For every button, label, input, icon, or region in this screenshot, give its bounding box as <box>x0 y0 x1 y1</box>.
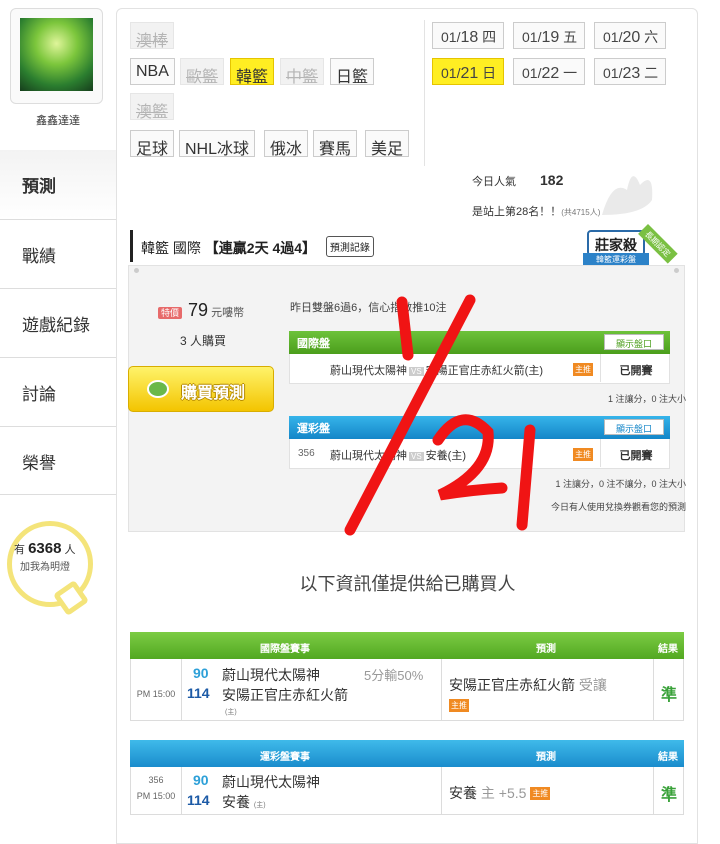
prediction-streak: 【連贏2天 4過4】 <box>204 240 317 256</box>
match-status: 已開賽 <box>600 354 671 382</box>
spread: 5分輸50% <box>364 668 424 683</box>
coin-icon <box>147 380 169 398</box>
lottery-section-header: 運彩盤 顯示盤口 <box>289 416 670 439</box>
buy-prediction-button[interactable]: 購買預測 <box>128 366 274 412</box>
sport-tab-japan-basketball[interactable]: 日籃 <box>330 58 375 86</box>
date-tab-0119[interactable]: 01/19 五 <box>513 22 585 49</box>
home-tag: (主) <box>225 709 237 716</box>
divider <box>424 20 425 166</box>
sport-tab-russia-hockey[interactable]: 俄冰 <box>264 130 309 158</box>
yesterday-summary: 昨日雙盤6過6，信心指數推10注 <box>290 302 447 314</box>
sport-tab-korea-basketball[interactable]: 韓籃 <box>230 58 275 86</box>
sport-tab-horse-racing[interactable]: 賽馬 <box>313 130 358 158</box>
sport-tab-nhl[interactable]: NHL冰球 <box>179 130 256 158</box>
avatar[interactable] <box>10 8 103 104</box>
home-score: 114 <box>187 685 210 701</box>
away-team: 蔚山現代太陽神 <box>222 667 320 683</box>
sport-tab-euro-basketball[interactable]: 歐籃 <box>180 58 225 86</box>
main-pick-flag: 主推 <box>573 363 593 376</box>
date-tab-0123[interactable]: 01/23 二 <box>594 58 666 85</box>
intl-section-header: 國際盤 顯示盤口 <box>289 331 670 354</box>
pick: 安養 主 +5.5 主推 <box>449 785 551 801</box>
result-correct: 準 <box>661 687 678 704</box>
purchasers-only-notice: 以下資訊僅提供給已購買人 <box>299 574 516 594</box>
table-row: 356 PM 15:00 90 蔚山現代太陽神 114 安養 (主) 安養 主 +… <box>130 767 684 815</box>
voucher-note: 今日有人使用兌換券觀看您的預測 <box>550 502 686 512</box>
away-score: 90 <box>193 772 209 788</box>
sidebar-item-game-log[interactable]: 遊戲紀錄 <box>0 288 116 357</box>
site-rank: 是站上第28名！！(共4715人) <box>472 206 601 218</box>
sport-tab-soccer[interactable]: 足球 <box>130 130 175 158</box>
date-tab-0118[interactable]: 01/18 四 <box>432 22 504 49</box>
date-tab-0122[interactable]: 01/22 一 <box>513 58 585 85</box>
home-team: 安養 (主) <box>222 794 266 810</box>
show-odds-button[interactable]: 顯示盤口 <box>604 334 664 350</box>
sport-tab-china-basketball[interactable]: 中籃 <box>280 58 325 86</box>
date-tab-0120[interactable]: 01/20 六 <box>594 22 666 49</box>
prediction-record-button[interactable]: 預測記錄 <box>325 236 374 257</box>
buyer-count: 3 人購買 <box>180 334 227 348</box>
intl-summary: 1 注讓分，0 注大小 <box>607 394 686 404</box>
lottery-table-header: 運彩盤賽事 預測 結果 <box>130 740 684 767</box>
fans-caption: 加我為明燈 <box>20 562 70 573</box>
col-prediction: 預測 <box>536 644 556 655</box>
table-row: PM 15:00 90 蔚山現代太陽神 5分輸50% 114 安陽正官庄赤紅火箭… <box>130 659 684 721</box>
main-pick-flag: 主推 <box>449 699 469 712</box>
pick: 安陽正官庄赤紅火箭 受讓 <box>449 677 607 693</box>
sale-tag: 特價 <box>158 307 183 319</box>
sidebar-item-discussion[interactable]: 討論 <box>0 357 116 426</box>
col-result: 結果 <box>658 752 678 763</box>
col-result: 結果 <box>658 644 678 655</box>
intl-table-header: 國際盤賽事 預測 結果 <box>130 632 684 659</box>
date-tab-0121[interactable]: 01/21 日 <box>432 58 504 85</box>
sport-tab-aus-basketball[interactable]: 澳籃 <box>130 93 175 121</box>
popularity: 今日人氣 182 <box>472 172 564 188</box>
price: 特價 79 元嘍幣 <box>158 300 244 321</box>
main-pick-flag: 主推 <box>573 448 593 461</box>
home-score: 114 <box>187 792 210 808</box>
intl-match-row: 蔚山現代太陽神 VS 安陽正官庄赤紅火箭(主) 主推 已開賽 <box>289 354 670 384</box>
splash-icon <box>602 176 653 215</box>
lottery-match-row: 356 蔚山現代太陽神 VS 安養(主) 主推 已開賽 <box>289 439 670 469</box>
sidebar-item-predict[interactable]: 預測 <box>0 150 116 219</box>
sport-tab-nba[interactable]: NBA <box>130 58 175 85</box>
prediction-league: 韓籃 國際 <box>141 240 201 256</box>
fans-count: 有 6368 人 <box>14 540 76 557</box>
match-time: PM 15:00 <box>136 689 176 699</box>
sidebar-item-record[interactable]: 戰績 <box>0 219 116 288</box>
show-odds-button[interactable]: 顯示盤口 <box>604 419 664 435</box>
col-prediction: 預測 <box>536 752 556 763</box>
away-team: 蔚山現代太陽神 <box>222 774 320 790</box>
match-status: 已開賽 <box>600 439 671 467</box>
sport-tab-american-football[interactable]: 美足 <box>365 130 410 158</box>
username[interactable]: 鑫鑫達達 <box>0 112 116 128</box>
home-team: 安陽正官庄赤紅火箭 <box>222 687 348 703</box>
col-event: 國際盤賽事 <box>260 644 310 655</box>
sidebar: 鑫鑫達達 預測 戰績 遊戲紀錄 討論 榮譽 有 6368 人 加我為明燈 <box>0 0 116 844</box>
lottery-summary: 1 注讓分，0 注不讓分，0 注大小 <box>555 479 686 489</box>
avatar-image <box>20 18 93 91</box>
sidebar-item-honor[interactable]: 榮譽 <box>0 426 116 495</box>
sport-tab-aus-baseball[interactable]: 澳棒 <box>130 22 175 50</box>
result-correct: 準 <box>661 787 678 804</box>
match-num-time: 356 PM 15:00 <box>136 775 176 801</box>
away-score: 90 <box>193 665 209 681</box>
dealer-killer-badge: 莊家殺手 韓籃運彩盤 長期認定 <box>583 224 683 273</box>
col-event: 運彩盤賽事 <box>260 752 310 763</box>
